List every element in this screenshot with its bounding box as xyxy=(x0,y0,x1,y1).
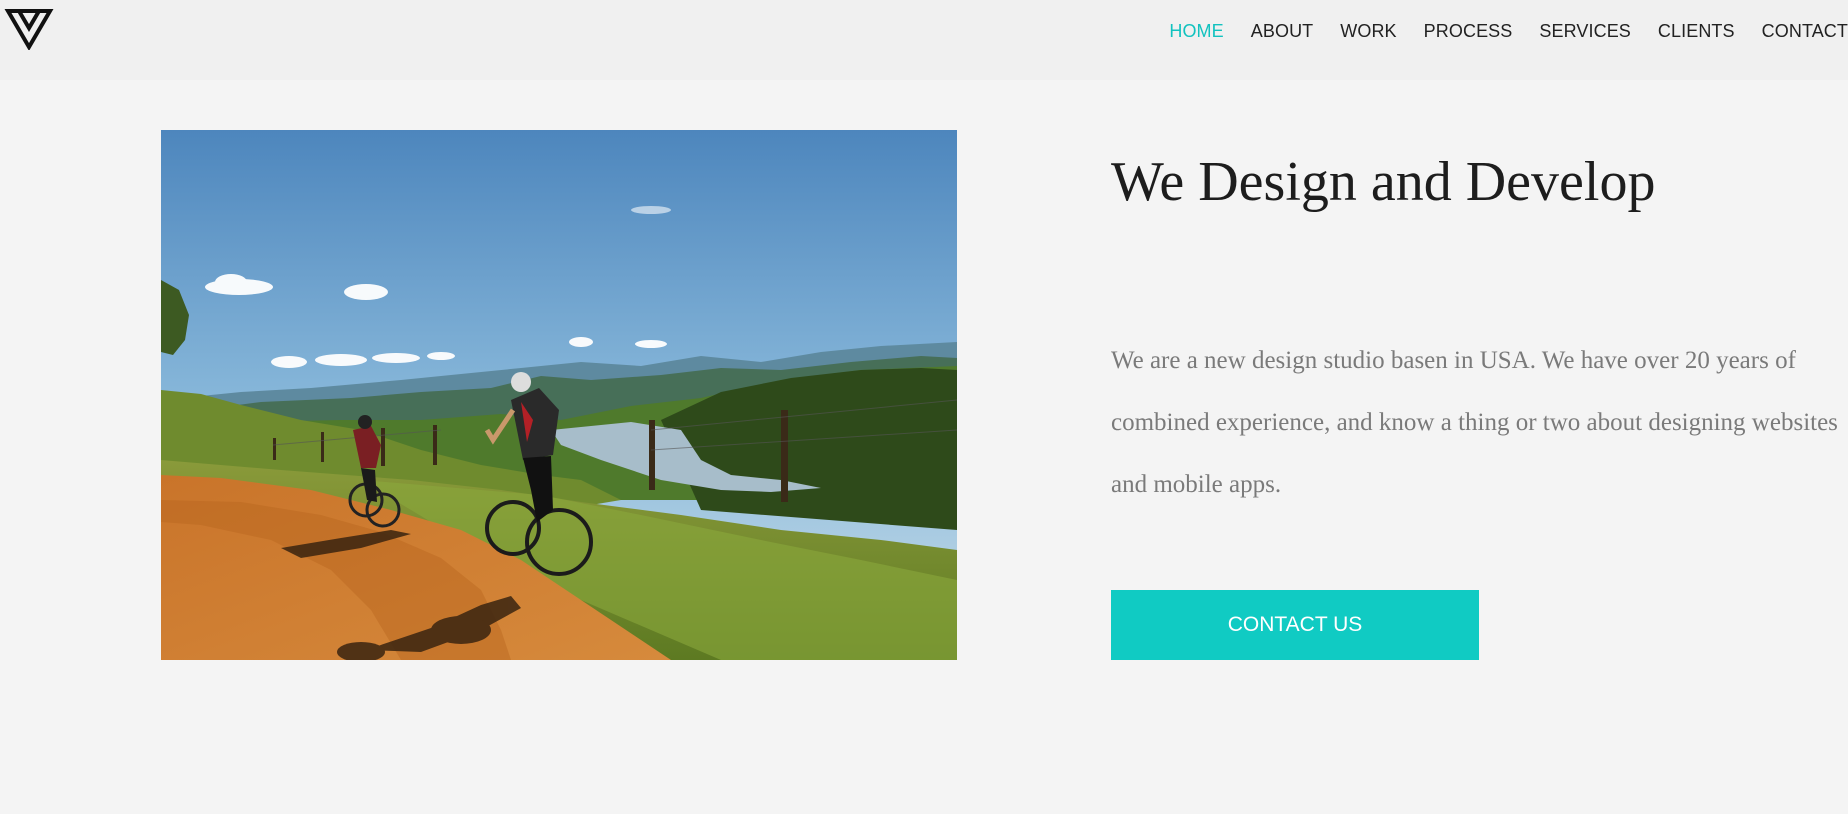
nav-item-work[interactable]: WORK xyxy=(1340,21,1396,42)
nav-item-process[interactable]: PROCESS xyxy=(1424,21,1513,42)
nav-item-contact[interactable]: CONTACT xyxy=(1762,21,1848,42)
nav-item-clients[interactable]: CLIENTS xyxy=(1658,21,1735,42)
nav-item-home[interactable]: HOME xyxy=(1169,21,1223,42)
site-header: HOME ABOUT WORK PROCESS SERVICES CLIENTS… xyxy=(0,0,1848,80)
nav-item-services[interactable]: SERVICES xyxy=(1539,21,1631,42)
triangle-logo-icon[interactable] xyxy=(4,8,54,51)
main-nav: HOME ABOUT WORK PROCESS SERVICES CLIENTS… xyxy=(1169,0,1848,62)
page-title: We Design and Develop xyxy=(1111,151,1656,213)
intro-text: We are a new design studio basen in USA.… xyxy=(1111,347,1838,498)
hero-image xyxy=(161,130,957,660)
nav-item-about[interactable]: ABOUT xyxy=(1251,21,1314,42)
contact-us-button[interactable]: CONTACT US xyxy=(1111,590,1479,660)
